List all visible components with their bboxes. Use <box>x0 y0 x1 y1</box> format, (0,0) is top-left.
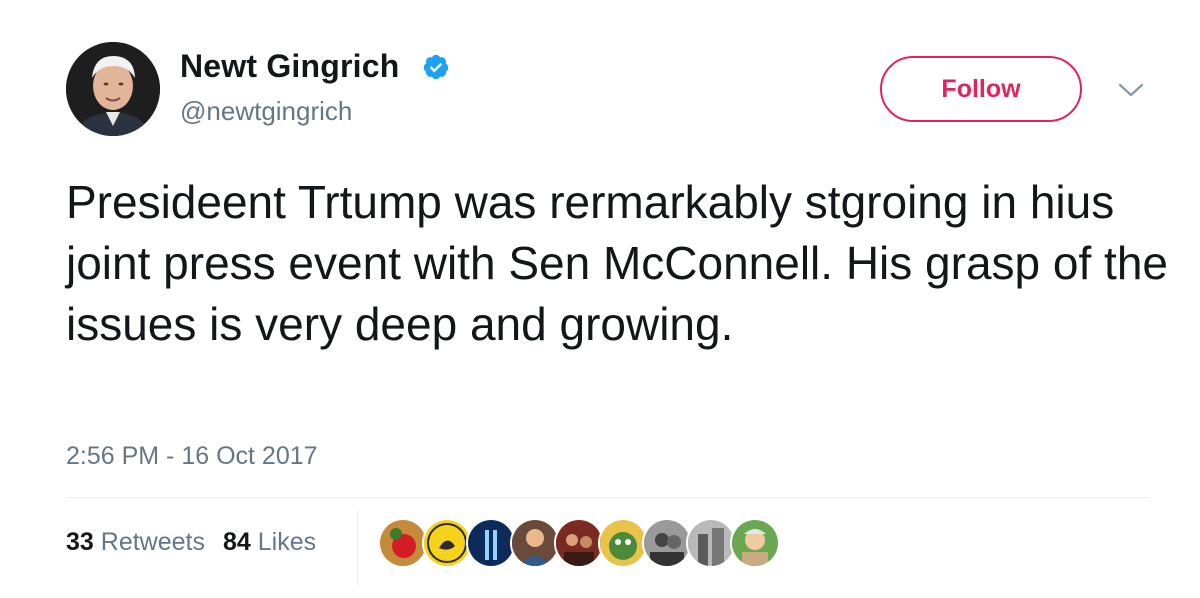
liker-avatar[interactable] <box>378 518 428 568</box>
tweet-timestamp[interactable]: 2:56 PM - 16 Oct 2017 <box>66 442 318 471</box>
retweets-count: 33 <box>66 528 94 556</box>
liker-avatar[interactable] <box>554 518 604 568</box>
liker-avatar[interactable] <box>510 518 560 568</box>
divider <box>66 497 1150 498</box>
verified-badge-icon <box>423 54 449 80</box>
follow-button[interactable]: Follow <box>880 56 1082 122</box>
profile-photo <box>66 42 160 136</box>
liker-avatar[interactable] <box>598 518 648 568</box>
liker-avatar[interactable] <box>466 518 516 568</box>
tweet-text: Presideent Trtump was rermarkably stgroi… <box>66 176 1168 350</box>
divider <box>357 510 358 586</box>
likes-stat[interactable]: 84 Likes <box>223 528 316 557</box>
chevron-down-icon[interactable] <box>1116 80 1146 100</box>
liker-avatar[interactable] <box>730 518 780 568</box>
user-handle[interactable]: @newtgingrich <box>180 96 352 127</box>
likes-count: 84 <box>222 528 251 556</box>
liker-avatars <box>378 518 780 568</box>
likes-label: Likes <box>257 528 317 556</box>
tweet-stats: 33 Retweets 84 Likes <box>66 528 334 557</box>
avatar[interactable] <box>66 42 160 136</box>
display-name[interactable]: Newt Gingrich <box>180 48 400 85</box>
retweets-label: Retweets <box>100 528 205 556</box>
retweets-stat[interactable]: 33 Retweets <box>66 528 205 557</box>
liker-avatar[interactable] <box>642 518 692 568</box>
liker-avatar[interactable] <box>422 518 472 568</box>
liker-avatar[interactable] <box>686 518 736 568</box>
